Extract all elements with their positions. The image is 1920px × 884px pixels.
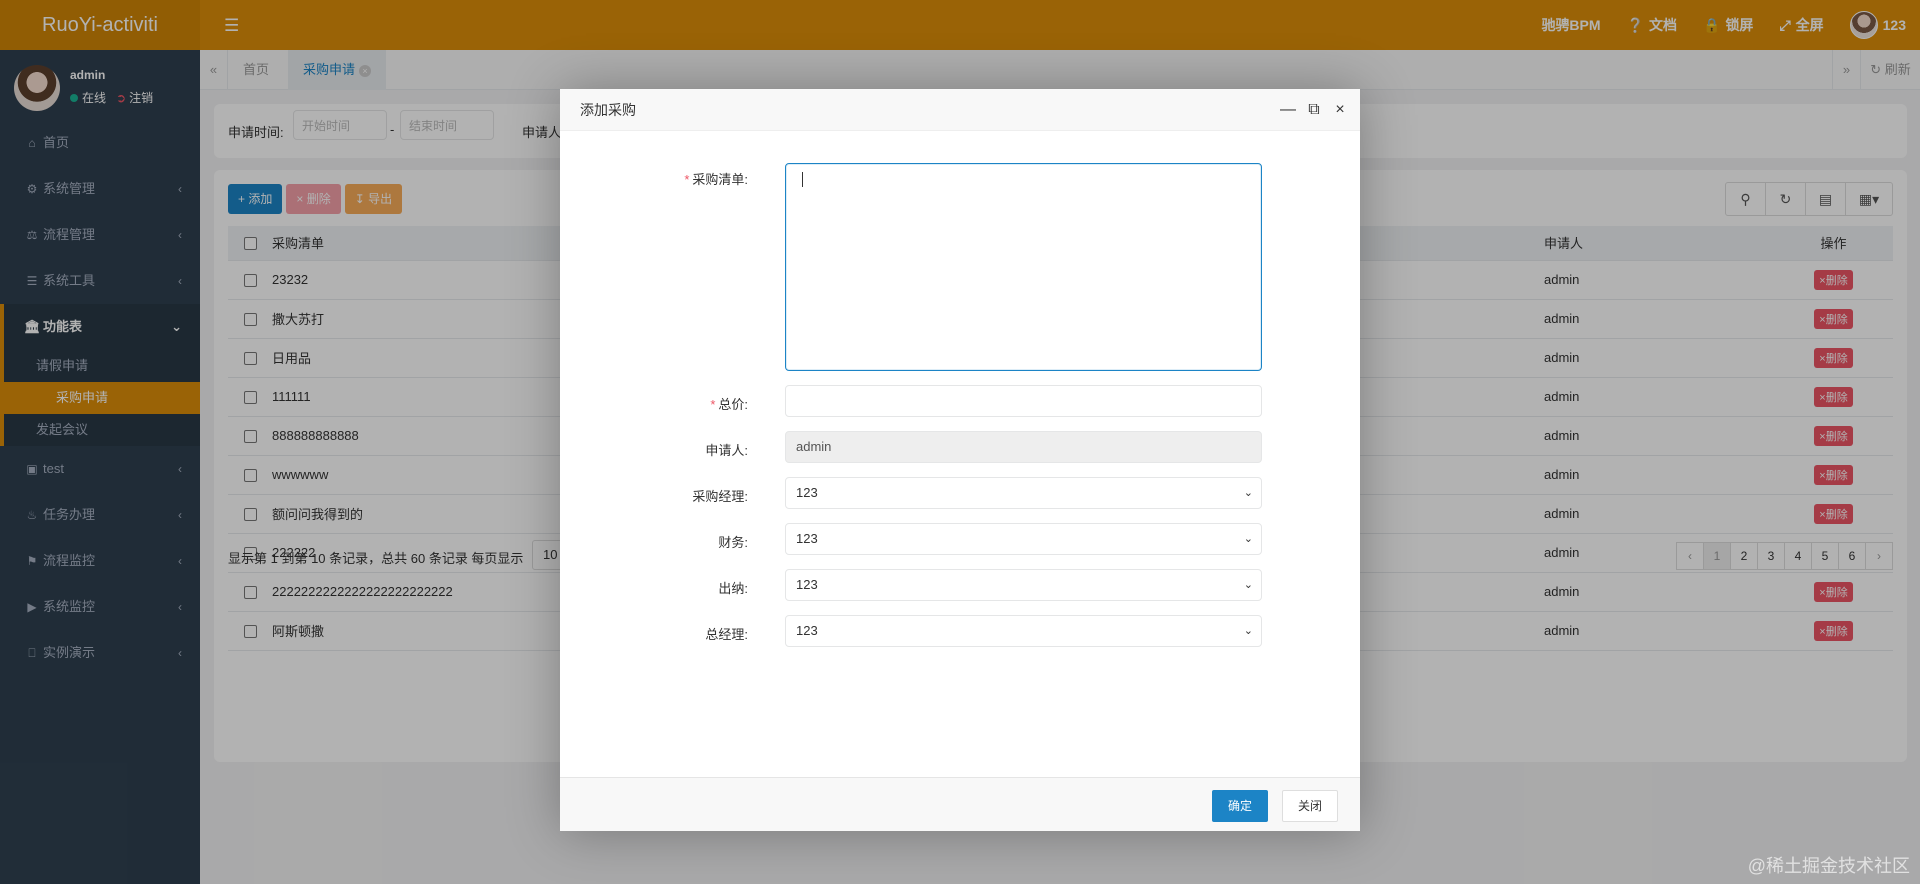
applicant-label: 申请人: bbox=[705, 443, 748, 458]
list-label: * 采购清单: bbox=[684, 169, 748, 188]
dialog-header: 添加采购 — ⧉ × bbox=[560, 89, 1360, 131]
dialog-controls: — ⧉ × bbox=[1280, 89, 1348, 131]
manager-select[interactable]: 123 ⌄ bbox=[785, 477, 1262, 509]
add-purchase-dialog: 添加采购 — ⧉ × * 采购清单: * 总价: 申请人: admin 采购经理: … bbox=[560, 89, 1360, 831]
text-caret bbox=[802, 172, 803, 187]
finance-select[interactable]: 123 ⌄ bbox=[785, 523, 1262, 555]
maximize-icon[interactable]: ⧉ bbox=[1306, 89, 1322, 131]
chevron-down-icon: ⌄ bbox=[1243, 625, 1253, 637]
cashier-label: 出纳: bbox=[718, 581, 748, 596]
chevron-down-icon: ⌄ bbox=[1243, 533, 1253, 545]
chevron-down-icon: ⌄ bbox=[1243, 487, 1253, 499]
manager-label: 采购经理: bbox=[692, 489, 748, 504]
close-icon[interactable]: × bbox=[1332, 89, 1348, 131]
required-mark: * bbox=[684, 172, 690, 187]
close-button[interactable]: 关闭 bbox=[1282, 790, 1338, 822]
dialog-title: 添加采购 bbox=[580, 102, 636, 118]
dialog-footer: 确定 关闭 bbox=[560, 777, 1360, 831]
cashier-select[interactable]: 123 ⌄ bbox=[785, 569, 1262, 601]
manager-select-value: 123 bbox=[796, 485, 818, 500]
gm-select[interactable]: 123 ⌄ bbox=[785, 615, 1262, 647]
total-label-text: 总价: bbox=[718, 397, 748, 412]
minimize-icon[interactable]: — bbox=[1280, 89, 1296, 131]
watermark: @稀土掘金技术社区 bbox=[1747, 856, 1910, 876]
purchase-list-textarea[interactable] bbox=[785, 163, 1262, 371]
list-label-text: 采购清单: bbox=[692, 172, 748, 187]
cashier-select-value: 123 bbox=[796, 577, 818, 592]
gm-select-value: 123 bbox=[796, 623, 818, 638]
finance-select-value: 123 bbox=[796, 531, 818, 546]
chevron-down-icon: ⌄ bbox=[1243, 579, 1253, 591]
total-price-input[interactable] bbox=[785, 385, 1262, 417]
total-label: * 总价: bbox=[710, 394, 748, 413]
applicant-input: admin bbox=[785, 431, 1262, 463]
required-mark: * bbox=[710, 397, 716, 412]
gm-label: 总经理: bbox=[705, 627, 748, 642]
confirm-button[interactable]: 确定 bbox=[1212, 790, 1268, 822]
finance-label: 财务: bbox=[718, 535, 748, 550]
